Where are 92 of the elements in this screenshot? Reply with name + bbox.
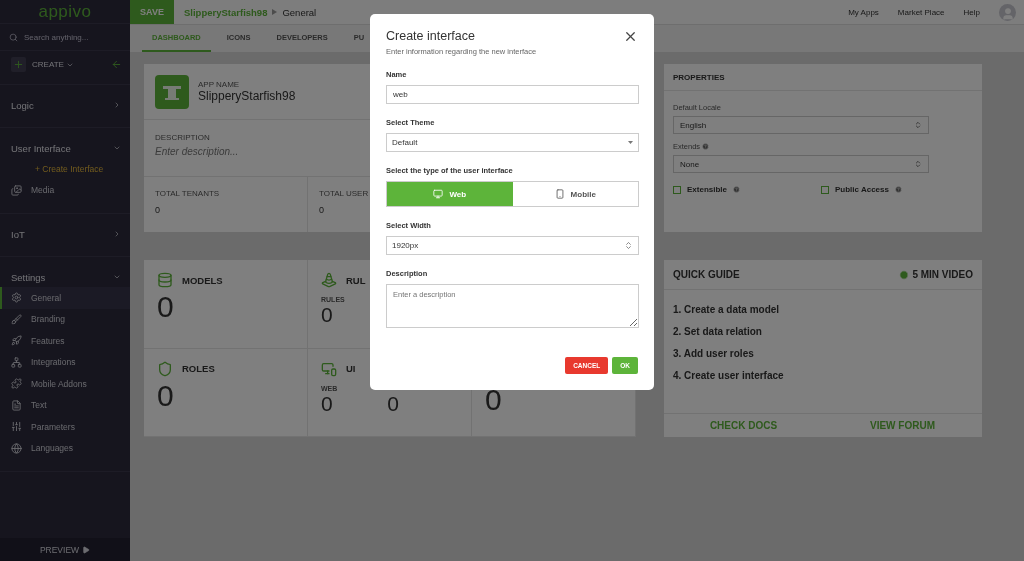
count-value: 0 [387,391,400,415]
app-name: SlipperyStarfish98 [198,89,296,103]
panel-title: PROPERTIES [673,72,725,82]
gear-icon [11,292,22,304]
create-link[interactable]: + Create Interface [0,158,130,180]
globe-icon [11,442,22,454]
logo: appivo [37,0,93,23]
checkbox[interactable] [673,185,681,194]
cone-icon [321,272,337,288]
field-label: DESCRIPTION [155,133,211,142]
help-icon [733,186,740,193]
guide-step: 2. Set data relation [673,326,973,337]
devices-icon [321,360,337,377]
close-icon[interactable] [623,29,638,44]
shield-icon [157,360,173,377]
name-field[interactable]: web [386,85,639,104]
count-value: 0 [321,391,334,415]
search-icon [9,32,18,42]
phone-icon [554,189,565,199]
dialog-title: Create interface [386,29,476,43]
caret-icon [113,101,121,109]
help-icon [894,186,902,193]
caret-icon [113,144,121,152]
network-icon [11,356,22,368]
sidebar-item[interactable]: Media [0,179,130,201]
breadcrumb[interactable]: SlipperyStarfish98 [184,6,268,18]
locale-select[interactable]: English [673,116,929,134]
rocket-icon [11,335,22,347]
database-icon [157,272,173,288]
brush-icon [11,313,22,325]
updown-icon [624,241,633,250]
count-value: 0 [485,382,502,416]
stat-label: TOTAL TENANTS [155,189,220,198]
stat-value: 0 [319,205,324,215]
sidebar-section[interactable]: User Interface [0,138,130,158]
field-label: APP NAME [198,80,241,89]
separator-icon [272,9,278,15]
video-link[interactable]: 5 MIN VIDEO [899,269,973,280]
monitor-icon [433,189,444,199]
sidebar-section[interactable]: Settings [0,267,130,287]
extends-select[interactable]: None [673,155,929,173]
help-icon [702,143,710,150]
metric-title: ROLES [182,363,215,374]
checkbox-label: Extensible [687,185,727,194]
guide-step: 1. Create a data model [673,304,973,315]
sidebar-item[interactable]: Parameters [0,416,130,438]
sidebar-item[interactable]: General [0,287,130,309]
avatar[interactable] [999,3,1016,21]
create-menu[interactable]: CREATE [32,60,105,69]
caret-icon [113,273,121,281]
save-button[interactable]: SAVE [130,0,174,24]
puzzle-icon [11,378,22,390]
sliders-icon [11,421,22,433]
caret-icon [628,141,633,144]
guide-step: 4. Create user interface [673,370,973,381]
arrow-left-icon[interactable] [111,59,122,70]
metric-title: UI [346,363,356,374]
panel-title: QUICK GUIDE [673,269,740,280]
nav-link[interactable]: Market Place [897,7,945,17]
updown-icon [914,160,922,168]
caret-icon [113,230,121,238]
sidebar-section[interactable]: Logic [0,95,130,115]
guide-link[interactable]: CHECK DOCS [664,420,823,431]
sidebar-item[interactable]: Text [0,394,130,416]
width-select[interactable]: 1920px [386,236,639,255]
nav-link[interactable]: Help [963,7,980,17]
app-icon [155,74,189,109]
theme-select[interactable]: Default [386,133,639,152]
preview-button[interactable]: PREVIEW [0,538,130,561]
guide-step: 3. Add user roles [673,348,973,359]
count-value: 0 [157,290,174,323]
metric-title: RUL [346,274,366,286]
plus-icon[interactable] [11,57,26,72]
type-option[interactable]: Web [387,182,513,206]
stat-value: 0 [155,205,160,215]
sidebar-item[interactable]: Features [0,330,130,352]
sidebar-item[interactable]: Integrations [0,351,130,373]
stat-label: TOTAL USER [319,189,369,198]
sidebar-item[interactable]: Mobile Addons [0,373,130,395]
guide-link[interactable]: VIEW FORUM [823,420,982,431]
document-icon [11,399,22,411]
checkbox[interactable] [821,185,829,194]
sidebar-item[interactable]: Languages [0,437,130,459]
count-value: 0 [157,378,174,412]
metric-title: MODELS [182,274,223,286]
updown-icon [914,121,922,129]
images-icon [11,184,22,196]
breadcrumb: General [282,6,317,18]
checkbox-label: Public Access [835,185,889,194]
nav-link[interactable]: My Apps [848,7,879,17]
count-value: 0 [321,303,334,327]
sidebar-section[interactable]: IoT [0,224,130,244]
